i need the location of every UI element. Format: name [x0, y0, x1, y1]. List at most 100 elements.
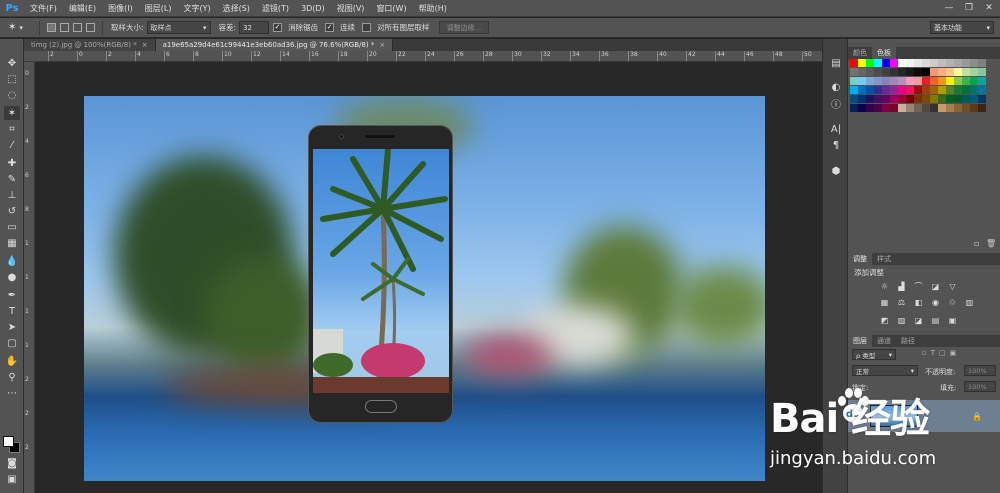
sample-size-select[interactable]: 取样点 ▾ [146, 21, 211, 34]
curves-icon[interactable]: ⌒ [912, 281, 925, 292]
tab-paths[interactable]: 路径 [896, 335, 920, 347]
swatch[interactable] [850, 95, 858, 103]
new-swatch-icon[interactable]: ▫ [974, 239, 979, 248]
layer-filter-icons[interactable]: ▫T▢▣ [922, 349, 960, 357]
sample-all-layers-checkbox[interactable] [362, 23, 372, 32]
menu-item[interactable]: 帮助(H) [413, 0, 453, 17]
swatch[interactable] [938, 95, 946, 103]
subtract-selection-icon[interactable] [73, 23, 82, 32]
menu-item[interactable]: 文件(F) [24, 0, 63, 17]
swatch[interactable] [898, 104, 906, 112]
swatch[interactable] [914, 68, 922, 76]
swatch[interactable] [866, 95, 874, 103]
swatch[interactable] [922, 86, 930, 94]
swatch[interactable] [906, 86, 914, 94]
swatch[interactable] [922, 77, 930, 85]
swatch[interactable] [962, 68, 970, 76]
swatch[interactable] [930, 77, 938, 85]
tool-preset-picker[interactable]: ✶ ▾ [0, 22, 34, 33]
swatch[interactable] [874, 86, 882, 94]
swatch[interactable] [898, 95, 906, 103]
minimize-button[interactable]: — [940, 0, 958, 15]
3d-icon[interactable]: ⬢ [828, 164, 844, 178]
contiguous-checkbox[interactable]: ✓ [325, 23, 335, 32]
hand-tool-icon[interactable]: ✋ [4, 354, 20, 368]
screen-mode-icon[interactable]: ▣ [4, 472, 20, 486]
swatch[interactable] [962, 59, 970, 67]
swatch[interactable] [938, 59, 946, 67]
swatch[interactable] [946, 95, 954, 103]
swatch[interactable] [906, 104, 914, 112]
swatch[interactable] [874, 59, 882, 67]
new-selection-icon[interactable] [47, 23, 56, 32]
document-tab[interactable]: timg (2).jpg @ 100%(RGB/8) * × [24, 39, 156, 51]
menu-item[interactable]: 窗口(W) [370, 0, 412, 17]
gradient-tool-icon[interactable]: ▦ [4, 236, 20, 250]
swatch[interactable] [970, 68, 978, 76]
swatch[interactable] [890, 59, 898, 67]
maximize-button[interactable]: ❐ [960, 0, 978, 15]
tab-layers[interactable]: 图层 [848, 335, 872, 347]
color-lookup-icon[interactable]: ▥ [963, 297, 976, 308]
threshold-icon[interactable]: ◪ [912, 315, 925, 326]
swatch[interactable] [922, 104, 930, 112]
swatch[interactable] [874, 95, 882, 103]
swatch[interactable] [906, 77, 914, 85]
swatch[interactable] [954, 95, 962, 103]
fill-input[interactable]: 100% [964, 381, 996, 392]
eyedropper-tool-icon[interactable]: ⁄ [4, 138, 20, 152]
photo-filter-icon[interactable]: ◉ [929, 297, 942, 308]
posterize-icon[interactable]: ▨ [895, 315, 908, 326]
swatch[interactable] [858, 86, 866, 94]
tab-styles[interactable]: 样式 [872, 253, 896, 265]
hue-saturation-icon[interactable]: ▦ [878, 297, 891, 308]
exposure-icon[interactable]: ◪ [929, 281, 942, 292]
swatch[interactable] [898, 59, 906, 67]
swatch[interactable] [946, 104, 954, 112]
swatch[interactable] [858, 104, 866, 112]
vibrance-icon[interactable]: ▽ [946, 281, 959, 292]
swatch[interactable] [890, 95, 898, 103]
swatch[interactable] [930, 104, 938, 112]
swatch[interactable] [946, 86, 954, 94]
swatch[interactable] [850, 104, 858, 112]
swatch[interactable] [970, 77, 978, 85]
swatch[interactable] [882, 104, 890, 112]
swatch[interactable] [922, 95, 930, 103]
swatch[interactable] [954, 86, 962, 94]
swatch[interactable] [978, 59, 986, 67]
swatch[interactable] [882, 68, 890, 76]
brush-tool-icon[interactable]: ✎ [4, 172, 20, 186]
close-icon[interactable]: × [142, 41, 148, 49]
menu-item[interactable]: 编辑(E) [63, 0, 102, 17]
eraser-tool-icon[interactable]: ▭ [4, 220, 20, 234]
menu-item[interactable]: 图层(L) [139, 0, 178, 17]
lasso-tool-icon[interactable]: ◌ [4, 88, 20, 102]
swatch[interactable] [978, 86, 986, 94]
swatch[interactable] [978, 95, 986, 103]
extra-tools-icon[interactable]: ⋯ [4, 386, 20, 400]
intersect-selection-icon[interactable] [86, 23, 95, 32]
brightness-icon[interactable]: ☼ [878, 281, 891, 292]
tolerance-input[interactable]: 32 [239, 21, 270, 34]
antialias-checkbox[interactable]: ✓ [273, 23, 283, 32]
swatch[interactable] [954, 68, 962, 76]
swatch[interactable] [858, 59, 866, 67]
history-icon[interactable]: ▤ [828, 56, 844, 70]
blend-mode-select[interactable]: 正常 ▾ [852, 365, 918, 376]
add-selection-icon[interactable] [60, 23, 69, 32]
tab-adjustments[interactable]: 调整 [848, 253, 872, 265]
swatch[interactable] [962, 86, 970, 94]
swatch[interactable] [866, 77, 874, 85]
horizontal-ruler[interactable]: 2 0 2 4 6 8 10 12 14 16 18 20 22 24 26 28 30 32 34 36 38 40 42… [24, 51, 822, 62]
swatch[interactable] [850, 68, 858, 76]
swatch[interactable] [882, 77, 890, 85]
menu-item[interactable]: 图像(I) [102, 0, 139, 17]
crop-tool-icon[interactable]: ⌗ [4, 122, 20, 136]
black-white-icon[interactable]: ◧ [912, 297, 925, 308]
swatch[interactable] [922, 68, 930, 76]
marquee-tool-icon[interactable]: ⬚ [4, 72, 20, 86]
swatch[interactable] [946, 68, 954, 76]
pen-tool-icon[interactable]: ✒ [4, 288, 20, 302]
swatch[interactable] [970, 86, 978, 94]
